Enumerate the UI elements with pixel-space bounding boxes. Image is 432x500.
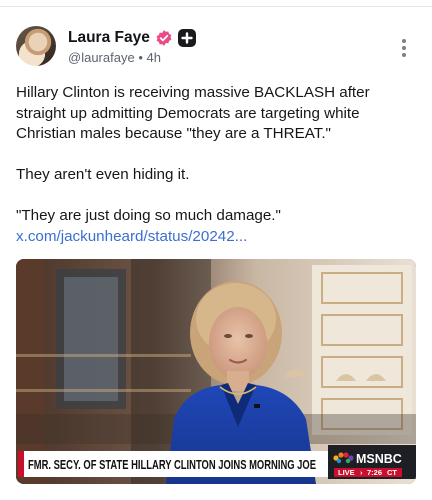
- chyron-headline: FMR. SECY. OF STATE HILLARY CLINTON JOIN…: [28, 458, 316, 472]
- post-text-line: straight up admitting Democrats are targ…: [16, 104, 360, 122]
- news-screenshot: FMR. SECY. OF STATE HILLARY CLINTON JOIN…: [16, 259, 416, 484]
- avatar[interactable]: [16, 26, 56, 66]
- network-logo: MSNBC: [356, 452, 402, 466]
- top-divider: [0, 6, 432, 7]
- author-handle[interactable]: @laurafaye: [68, 50, 135, 65]
- live-time: 7:26: [367, 468, 382, 477]
- post-link[interactable]: x.com/jackunheard/status/20242...: [16, 228, 247, 245]
- post-text: Hillary Clinton is receiving massive BAC…: [16, 83, 416, 247]
- live-time-zone: CT: [387, 468, 397, 477]
- post-text-line: Hillary Clinton is receiving massive BAC…: [16, 84, 370, 101]
- post-text-line: "They are just doing so much damage.": [16, 207, 281, 224]
- meta-separator: •: [138, 50, 143, 65]
- author-display-name[interactable]: Laura Faye: [68, 29, 150, 47]
- more-vertical-icon-dot: [402, 46, 406, 50]
- more-vertical-icon-dot: [402, 39, 406, 43]
- author-meta: @laurafaye • 4h: [68, 50, 161, 65]
- post-media-image[interactable]: FMR. SECY. OF STATE HILLARY CLINTON JOIN…: [16, 259, 416, 484]
- live-label: LIVE: [338, 468, 355, 477]
- post-text-line: Christian males because "they are a THRE…: [16, 125, 331, 142]
- plus-badge-icon: [177, 29, 196, 47]
- more-options-button[interactable]: [396, 36, 412, 60]
- more-vertical-icon-dot: [402, 53, 406, 57]
- post-header: Laura Faye @laurafaye • 4h: [16, 26, 416, 70]
- verified-badge-icon: [155, 29, 173, 47]
- post-time[interactable]: 4h: [147, 50, 161, 65]
- author-name-row: Laura Faye: [68, 27, 196, 49]
- post-text-line: They aren't even hiding it.: [16, 166, 190, 183]
